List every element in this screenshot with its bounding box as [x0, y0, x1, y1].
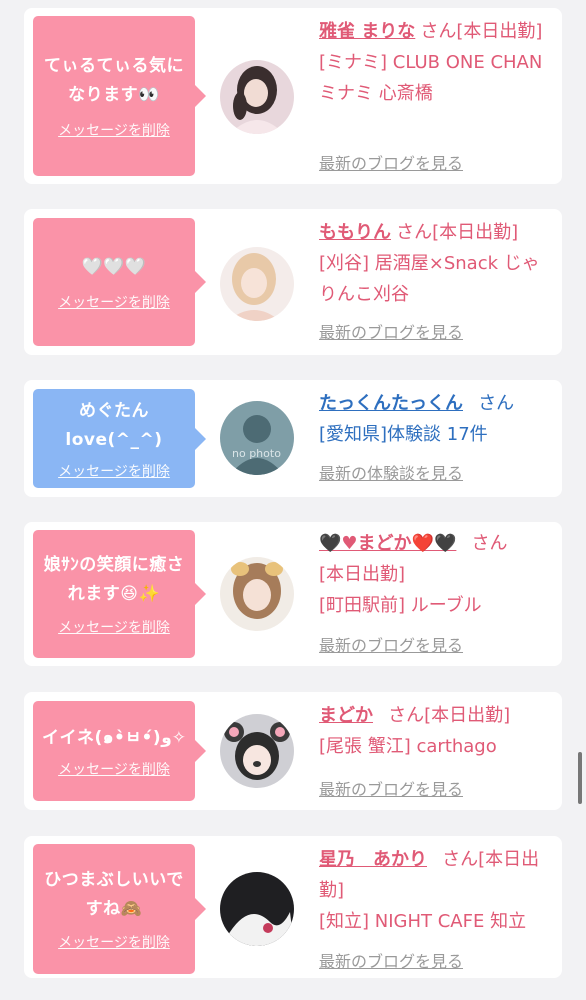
message-text: ひつまぶしいいですね🙈 — [44, 870, 184, 919]
message-bubble: 🤍🤍🤍 メッセージを削除 — [33, 218, 206, 346]
avatar[interactable] — [220, 557, 294, 631]
message-text: 娘ｻﾝの笑顔に癒されます😆✨ — [43, 555, 185, 604]
message-card: めぐたん love(^_^) メッセージを削除 no photo たっくんたっく… — [24, 380, 562, 497]
message-card: 娘ｻﾝの笑顔に癒されます😆✨ メッセージを削除 🖤♥まどか❤️🖤 さん [本日出… — [24, 522, 562, 666]
no-photo-text: no photo — [232, 447, 281, 460]
latest-blog-link[interactable]: 最新のブログを見る — [319, 150, 463, 174]
message-card: イイネ(๑•̀ㅂ•́)و✧ メッセージを削除 まどか さん[本日出勤] [尾張 … — [24, 692, 562, 810]
delete-message-link[interactable]: メッセージを削除 — [58, 932, 170, 952]
profile-name-link[interactable]: 🖤♥まどか❤️🖤 — [319, 533, 456, 554]
message-text: めぐたん love(^_^) — [65, 400, 163, 450]
avatar[interactable] — [220, 714, 294, 788]
latest-blog-link[interactable]: 最新のブログを見る — [319, 319, 463, 343]
work-status: [本日出勤] — [319, 564, 406, 585]
profile-info: 星乃 あかり さん[本日出勤] [知立] NIGHT CAFE 知立 — [319, 844, 557, 937]
avatar[interactable] — [220, 872, 294, 946]
honorific: さん — [478, 393, 515, 414]
work-status: [本日出勤] — [424, 705, 511, 726]
profile-name-link[interactable]: ももりん — [319, 222, 391, 243]
latest-blog-link[interactable]: 最新のブログを見る — [319, 776, 463, 800]
avatar[interactable]: no photo — [220, 401, 294, 475]
delete-message-link[interactable]: メッセージを削除 — [58, 292, 170, 312]
message-text: てぃるてぃる気になります👀 — [44, 56, 184, 105]
message-bubble: てぃるてぃる気になります👀 メッセージを削除 — [33, 16, 206, 176]
latest-blog-link[interactable]: 最新のブログを見る — [319, 632, 463, 656]
avatar[interactable] — [220, 247, 294, 321]
profile-name-link[interactable]: たっくんたっくん — [319, 393, 463, 414]
profile-name-link[interactable]: 雅雀 まりな — [319, 21, 415, 42]
profile-name-link[interactable]: まどか — [319, 705, 373, 726]
profile-info: まどか さん[本日出勤] [尾張 蟹江] carthago — [319, 700, 557, 762]
profile-info: たっくんたっくん さん [愛知県]体験談 17件 — [319, 388, 557, 450]
review-count-link[interactable]: [愛知県]体験談 17件 — [319, 424, 488, 445]
profile-name-link[interactable]: 星乃 あかり — [319, 849, 427, 870]
profile-info: ももりん さん[本日出勤] [刈谷] 居酒屋×Snack じゃりんこ刈谷 — [319, 217, 557, 310]
work-status: [本日出勤] — [432, 222, 519, 243]
delete-message-link[interactable]: メッセージを削除 — [58, 759, 170, 779]
honorific: さん — [471, 533, 508, 554]
honorific: さん — [396, 222, 433, 243]
avatar[interactable] — [220, 60, 294, 134]
message-card: ひつまぶしいいですね🙈 メッセージを削除 星乃 あかり さん[本日出勤] [知立… — [24, 836, 562, 978]
message-card: てぃるてぃる気になります👀 メッセージを削除 雅雀 まりな さん[本日出勤] [… — [24, 8, 562, 184]
profile-info: 🖤♥まどか❤️🖤 さん [本日出勤] [町田駅前] ルーブル — [319, 528, 557, 621]
honorific: さん — [420, 21, 457, 42]
profile-info: 雅雀 まりな さん[本日出勤] [ミナミ] CLUB ONE CHAN ミナミ … — [319, 16, 557, 109]
message-bubble: イイネ(๑•̀ㅂ•́)و✧ メッセージを削除 — [33, 701, 206, 801]
message-bubble: 娘ｻﾝの笑顔に癒されます😆✨ メッセージを削除 — [33, 530, 206, 658]
message-card: 🤍🤍🤍 メッセージを削除 ももりん さん[本日出勤] [刈谷] 居酒屋×Snac… — [24, 209, 562, 355]
delete-message-link[interactable]: メッセージを削除 — [58, 461, 170, 481]
message-text: 🤍🤍🤍 — [81, 256, 147, 277]
message-text: イイネ(๑•̀ㅂ•́)و✧ — [41, 727, 187, 748]
message-bubble: めぐたん love(^_^) メッセージを削除 — [33, 389, 206, 488]
shop-link[interactable]: [ミナミ] CLUB ONE CHAN ミナミ 心斎橋 — [319, 52, 542, 104]
scrollbar[interactable] — [578, 752, 582, 804]
honorific: さん — [442, 849, 479, 870]
delete-message-link[interactable]: メッセージを削除 — [58, 120, 170, 140]
delete-message-link[interactable]: メッセージを削除 — [58, 617, 170, 637]
shop-link[interactable]: [刈谷] 居酒屋×Snack じゃりんこ刈谷 — [319, 253, 540, 305]
shop-link[interactable]: [知立] NIGHT CAFE 知立 — [319, 911, 526, 932]
shop-link[interactable]: [尾張 蟹江] carthago — [319, 736, 497, 757]
honorific: さん — [388, 705, 425, 726]
latest-blog-link[interactable]: 最新のブログを見る — [319, 948, 463, 972]
work-status: [本日出勤] — [456, 21, 543, 42]
message-bubble: ひつまぶしいいですね🙈 メッセージを削除 — [33, 844, 206, 974]
shop-link[interactable]: [町田駅前] ルーブル — [319, 595, 482, 616]
latest-review-link[interactable]: 最新の体験談を見る — [319, 460, 463, 484]
